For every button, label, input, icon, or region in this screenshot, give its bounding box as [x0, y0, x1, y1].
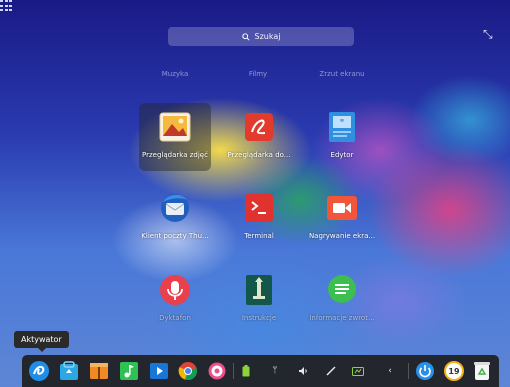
category-screenshots[interactable]: Zrzut ekranu — [319, 70, 364, 78]
calendar-icon[interactable]: 19 — [443, 360, 465, 382]
app-label: Edytor — [330, 151, 354, 159]
svg-text:": " — [340, 118, 345, 129]
volume-icon[interactable] — [296, 364, 310, 378]
app-label: Informacje zwrot... — [309, 314, 375, 322]
category-tabs: Muzyka Filmy Zrzut ekranu — [0, 70, 510, 82]
app-label: Nagrywanie ekra... — [308, 232, 376, 240]
app-tile-document-viewer[interactable]: Przeglądarka do... — [223, 103, 295, 171]
app-label: Dyktafon — [159, 314, 191, 322]
network-icon[interactable] — [351, 364, 365, 378]
app-tile-feedback[interactable]: Informacje zwrot... — [306, 266, 378, 334]
app-tile-terminal[interactable]: Terminal — [223, 184, 295, 252]
pen-icon[interactable] — [324, 364, 338, 378]
category-music[interactable]: Muzyka — [162, 70, 189, 78]
dock: ᛘ ‹ 19 — [22, 355, 499, 387]
terminal-icon — [243, 192, 275, 224]
search-placeholder: Szukaj — [254, 32, 281, 41]
app-tile-image-viewer[interactable]: Przeglądarka zdjęć — [139, 103, 211, 171]
calendar-day: 19 — [448, 366, 460, 376]
search-input[interactable]: Szukaj — [168, 27, 354, 46]
app-tile-thunderbird[interactable]: Klient poczty Thu... — [139, 184, 211, 252]
voice-recorder-icon — [159, 274, 191, 306]
image-viewer-icon — [159, 111, 191, 143]
manual-icon — [243, 274, 275, 306]
app-tile-text-editor[interactable]: " Edytor — [306, 103, 378, 171]
document-viewer-icon — [243, 111, 275, 143]
app-label: Przeglądarka zdjęć — [142, 151, 208, 159]
chrome-icon[interactable] — [177, 360, 199, 382]
launcher-icon[interactable] — [28, 360, 50, 382]
collapse-tray-icon[interactable]: ‹ — [383, 364, 397, 378]
app-tile-voice-recorder[interactable]: Dyktafon — [139, 266, 211, 334]
dock-separator — [233, 363, 234, 379]
app-label: Instrukcje — [241, 314, 277, 322]
screen-recorder-icon — [326, 192, 358, 224]
thunderbird-icon — [159, 192, 191, 224]
app-store-icon[interactable] — [58, 360, 80, 382]
dock-tooltip: Aktywator — [14, 331, 69, 352]
battery-icon[interactable] — [239, 364, 253, 378]
fullscreen-collapse-icon[interactable]: ⤡ — [483, 27, 493, 42]
app-label: Przeglądarka do... — [227, 151, 291, 159]
app-tile-screen-recorder[interactable]: Nagrywanie ekra... — [306, 184, 378, 252]
power-icon[interactable] — [414, 360, 436, 382]
search-icon — [241, 32, 250, 41]
usb-icon[interactable]: ᛘ — [268, 364, 282, 378]
settings-icon[interactable] — [206, 360, 228, 382]
video-player-icon[interactable] — [148, 360, 170, 382]
text-editor-icon: " — [326, 111, 358, 143]
trash-icon[interactable] — [471, 360, 493, 382]
app-tile-manual[interactable]: Instrukcje — [223, 266, 295, 334]
dock-separator — [408, 363, 409, 379]
music-icon[interactable] — [118, 360, 140, 382]
archive-manager-icon[interactable] — [88, 360, 110, 382]
category-videos[interactable]: Filmy — [249, 70, 267, 78]
feedback-icon — [326, 274, 358, 306]
app-grid-toggle-icon[interactable] — [0, 0, 12, 12]
app-label: Klient poczty Thu... — [141, 232, 209, 240]
app-label: Terminal — [244, 232, 274, 240]
